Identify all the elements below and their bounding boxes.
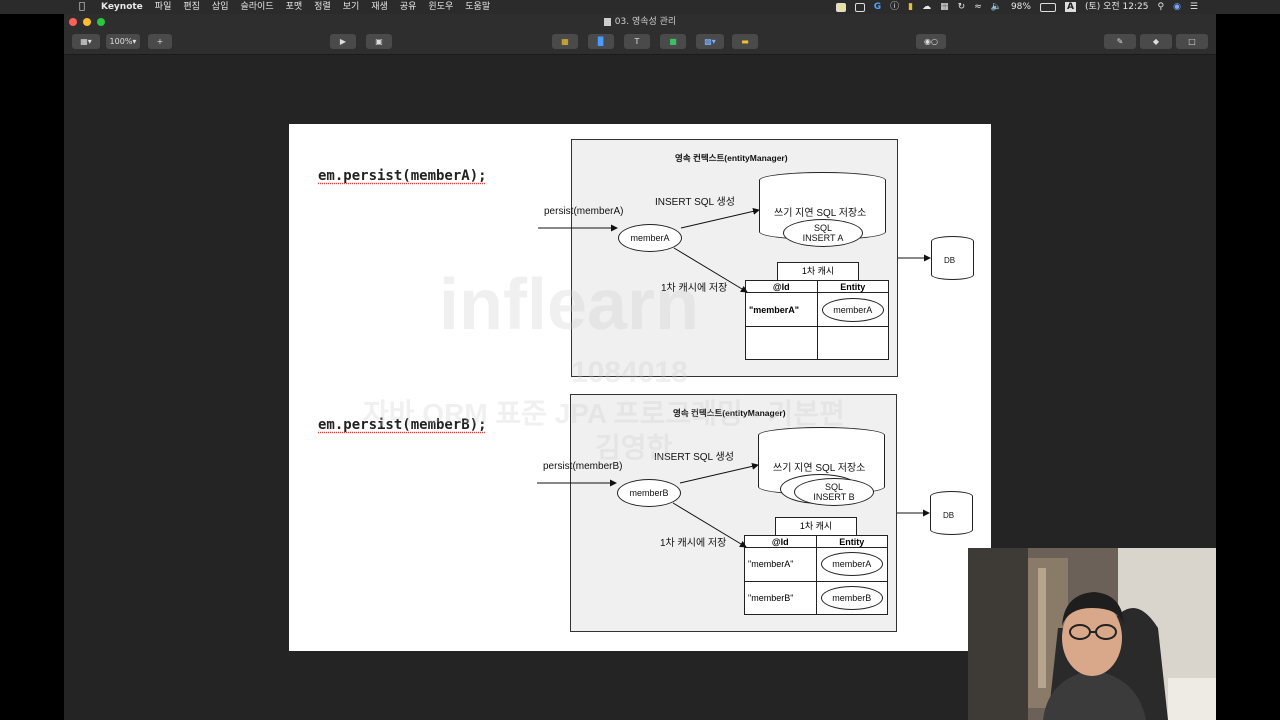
spotlight-search-icon[interactable]: ⚲ <box>1157 0 1164 14</box>
input-source-icon[interactable]: A <box>1064 2 1076 12</box>
comment-button[interactable]: ▬ <box>732 34 758 49</box>
watermark-author: 김영한 <box>595 432 673 463</box>
shape-button[interactable]: ■ <box>660 34 686 49</box>
volume-icon[interactable]: 🔈 <box>991 0 1002 14</box>
media-button[interactable]: ▩▾ <box>696 34 724 49</box>
menu-bar:  Keynote 파일 편집 삽입 슬라이드 포맷 정렬 보기 재생 공유 윈… <box>0 0 1280 14</box>
watermark-id: 1084018 <box>571 356 688 389</box>
document-button[interactable]: □ <box>1176 34 1208 49</box>
add-slide-button[interactable]: + <box>148 34 172 49</box>
screen-icon[interactable] <box>854 2 865 12</box>
menu-file[interactable]: 파일 <box>155 0 172 14</box>
siri-icon[interactable]: ◉ <box>1173 0 1181 14</box>
menu-format[interactable]: 포맷 <box>286 0 303 14</box>
menu-play[interactable]: 재생 <box>371 0 388 14</box>
arrow-insert-b <box>679 462 759 484</box>
zoom-select[interactable]: 100%▾ <box>106 34 140 49</box>
menu-window[interactable]: 윈도우 <box>428 0 453 14</box>
view-button[interactable]: ▦▾ <box>72 34 100 49</box>
sync-icon[interactable]: ↻ <box>958 0 966 14</box>
menu-edit[interactable]: 편집 <box>183 0 200 14</box>
grid-icon[interactable]: ▦ <box>940 0 949 14</box>
slide[interactable]: em.persist(memberA); 영속 컨텍스트(entityManag… <box>289 124 991 651</box>
format-button[interactable]: ✎ <box>1104 34 1136 49</box>
text-button[interactable]: T <box>624 34 650 49</box>
zoom-value: 100% <box>109 37 133 46</box>
animate-button[interactable]: ◆ <box>1140 34 1172 49</box>
menu-insert[interactable]: 삽입 <box>212 0 229 14</box>
menu-share[interactable]: 공유 <box>400 0 417 14</box>
window-title: 03. 영속성 관리 <box>64 14 1216 30</box>
apple-menu-icon[interactable]:  <box>79 0 85 14</box>
toolbar: ▦▾ 100%▾ + ▶ ▣ ▦ ▉ T ■ ▩▾ ▬ ◉○ ✎ ◆ □ <box>64 30 1216 55</box>
arrow-cache-b <box>672 502 747 548</box>
menu-arrange[interactable]: 정렬 <box>314 0 331 14</box>
keynote-live-button[interactable]: ▣ <box>366 34 392 49</box>
presenter-video <box>968 548 1216 720</box>
control-center-icon[interactable]: ☰ <box>1190 0 1198 14</box>
window-title-text: 03. 영속성 관리 <box>614 17 677 27</box>
webcam-overlay <box>968 548 1216 720</box>
watermark-brand: inflearn <box>439 265 700 345</box>
menu-view[interactable]: 보기 <box>343 0 360 14</box>
g-icon[interactable]: G <box>874 0 881 14</box>
clock[interactable]: (토) 오전 12:25 <box>1085 0 1149 14</box>
battery-icon[interactable] <box>1039 2 1056 12</box>
document-icon <box>603 17 611 26</box>
cloud-icon[interactable]: ☁ <box>922 0 931 14</box>
table-button[interactable]: ▦ <box>552 34 578 49</box>
collaborate-button[interactable]: ◉○ <box>916 34 946 49</box>
app-menu[interactable]: Keynote <box>101 0 143 14</box>
arrow-insert-a <box>680 207 760 229</box>
notes-icon[interactable] <box>835 2 846 12</box>
info-icon[interactable]: ⓘ <box>890 0 899 14</box>
menu-help[interactable]: 도움말 <box>465 0 490 14</box>
chart-button[interactable]: ▉ <box>588 34 614 49</box>
battery-percent[interactable]: 98% <box>1011 0 1031 14</box>
menu-slide[interactable]: 슬라이드 <box>240 0 273 14</box>
play-button[interactable]: ▶ <box>330 34 356 49</box>
bookmark-icon[interactable]: ▮ <box>908 0 913 14</box>
title-bar: 03. 영속성 관리 <box>64 14 1216 30</box>
wifi-icon[interactable]: ≈ <box>974 0 982 14</box>
